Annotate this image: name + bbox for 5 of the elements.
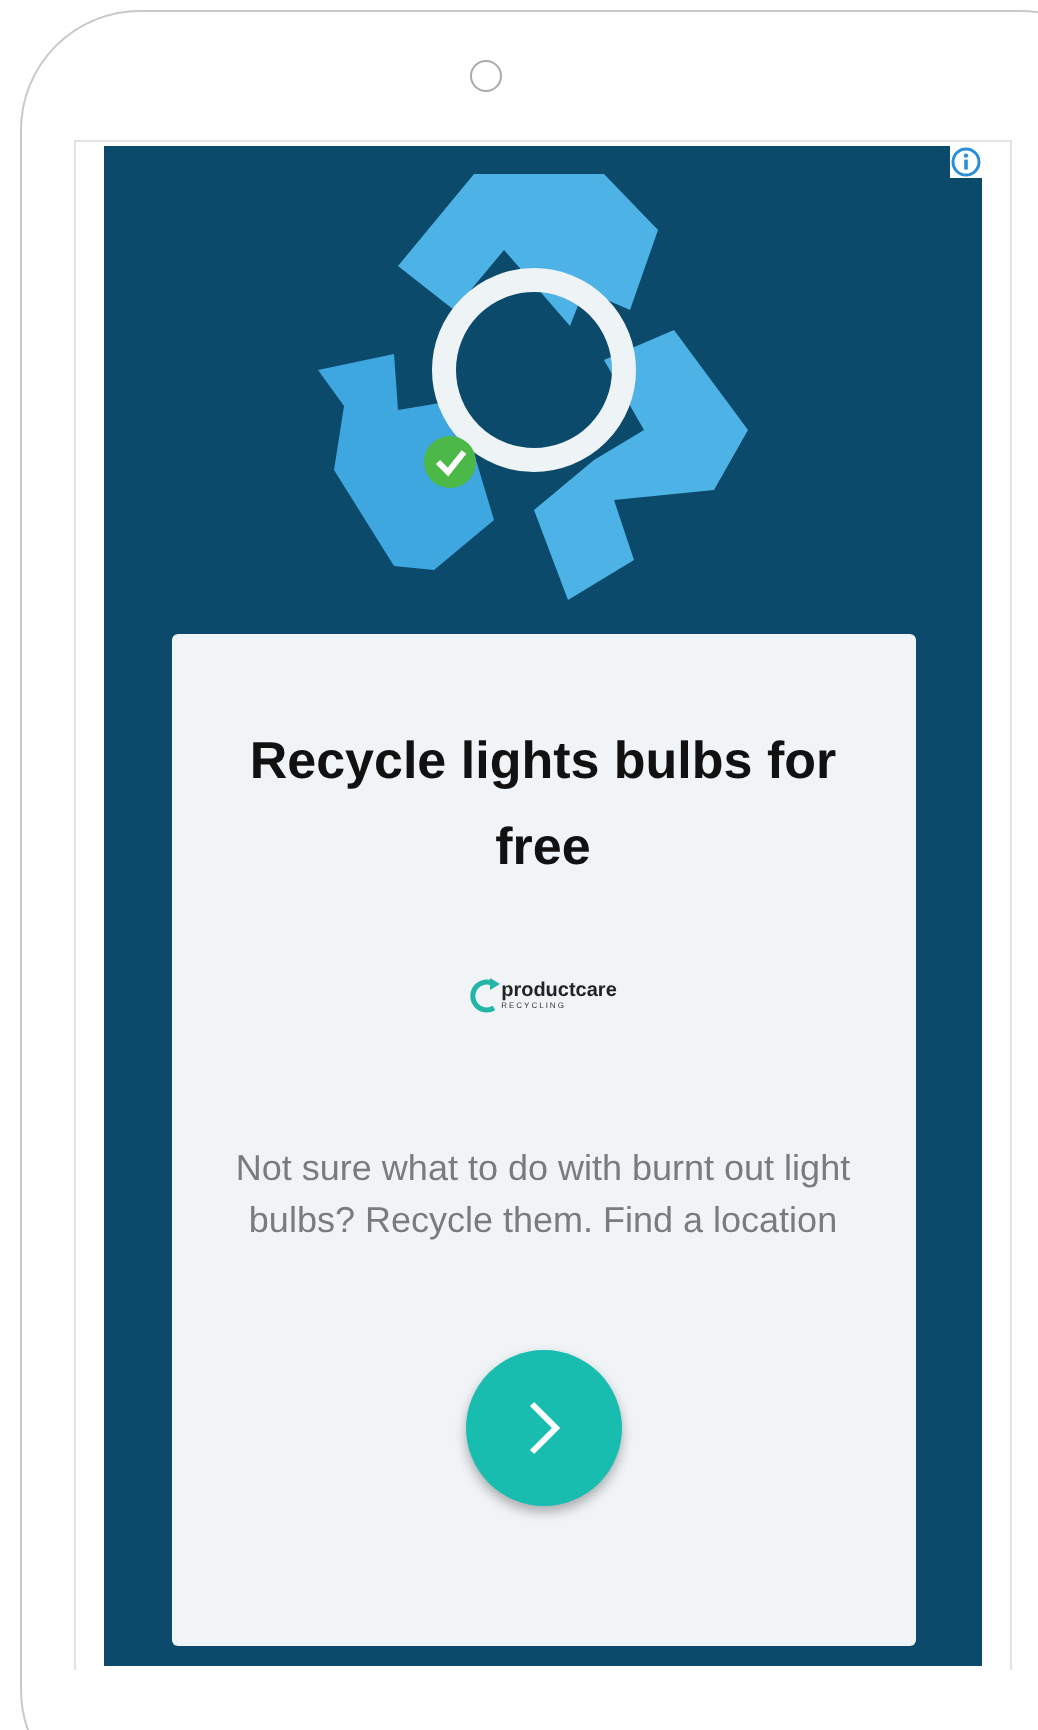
info-icon[interactable] <box>950 146 982 178</box>
ad-description: Not sure what to do with burnt out light bulbs? Recycle them. Find a location <box>233 1145 853 1244</box>
ad-headline: Recycle lights bulbs for free <box>247 728 839 880</box>
next-button[interactable] <box>465 1349 621 1506</box>
camera-icon <box>470 60 502 92</box>
